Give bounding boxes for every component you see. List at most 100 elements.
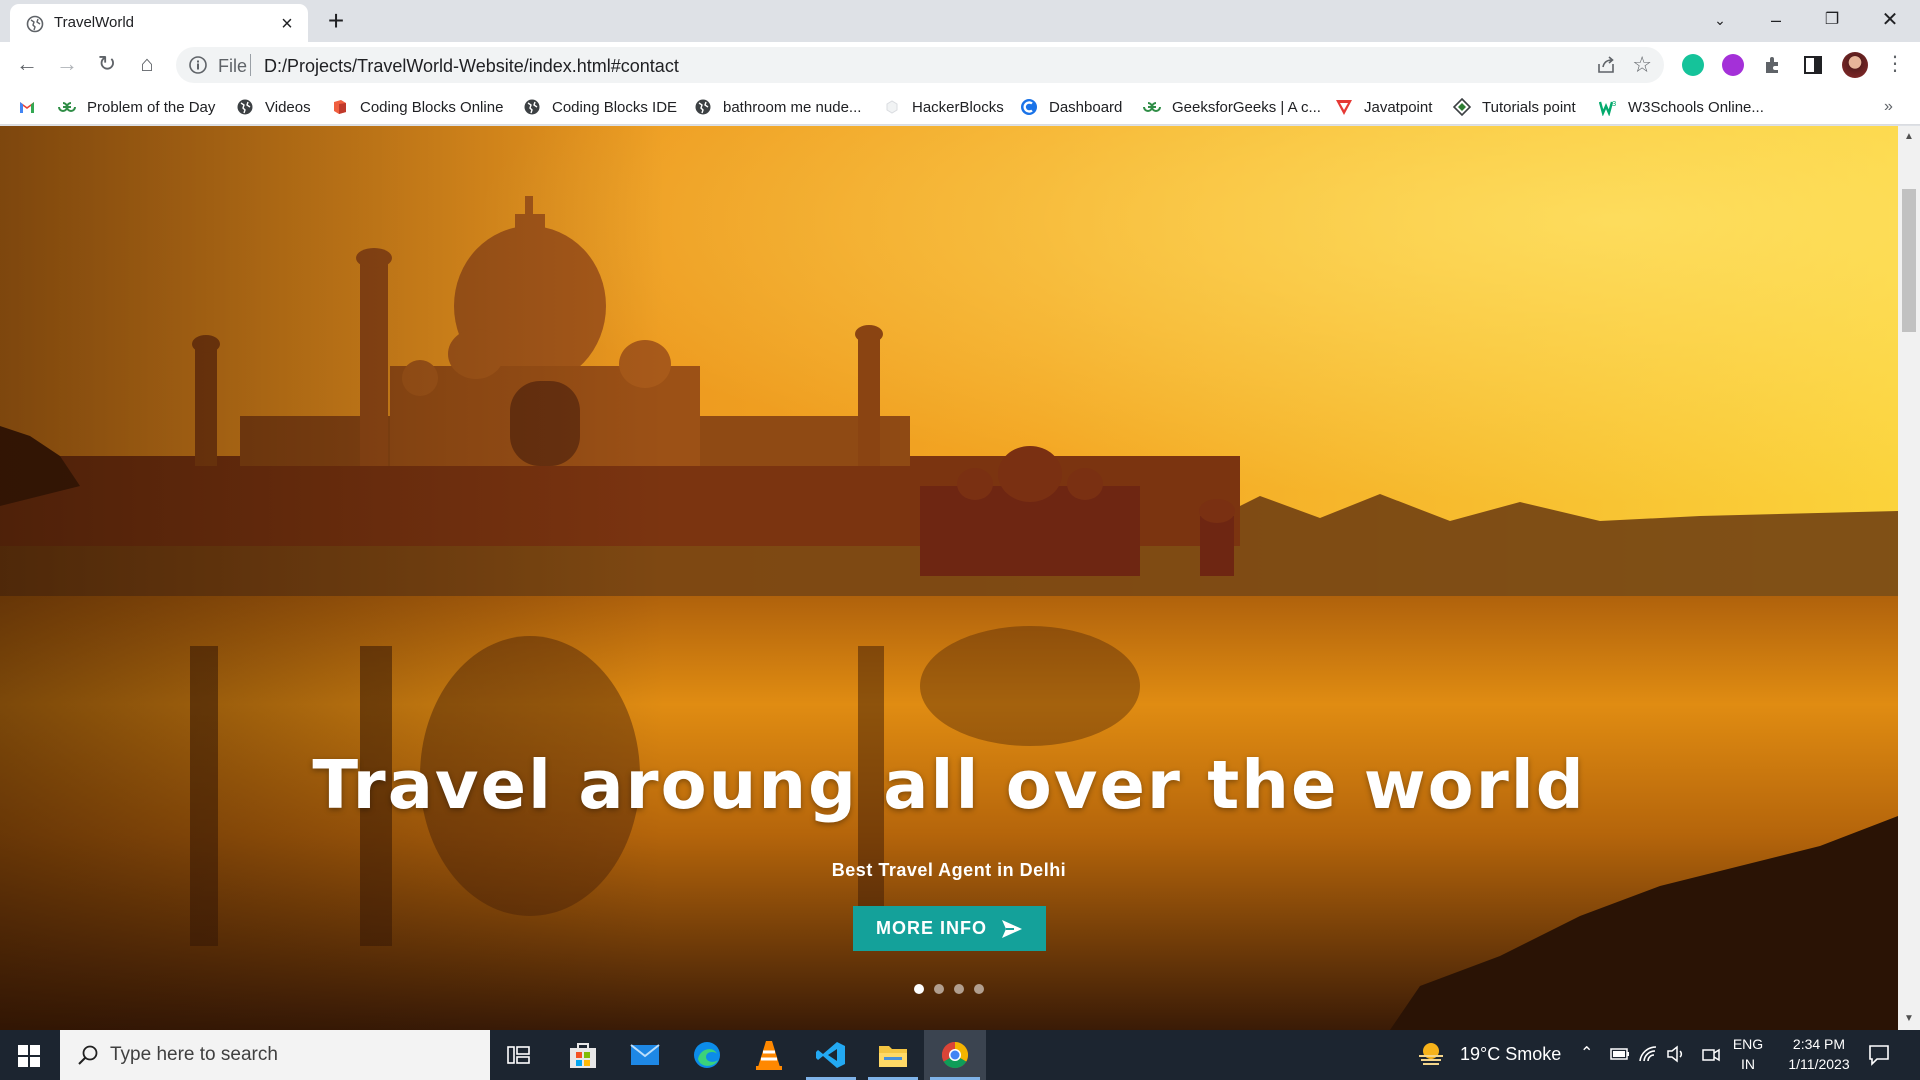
forward-button[interactable]: → xyxy=(52,49,82,79)
close-window-button[interactable]: ✕ xyxy=(1862,0,1918,40)
haze-weather-icon xyxy=(1419,1043,1443,1065)
clock-time: 2:34 PM xyxy=(1792,1036,1846,1052)
more-bookmarks-chevron-icon[interactable]: » xyxy=(1884,97,1893,117)
carousel-dot-2[interactable] xyxy=(934,984,944,994)
bookmark-bathroom[interactable]: bathroom me nude... xyxy=(694,97,861,117)
notifications-icon[interactable] xyxy=(1868,1044,1890,1066)
url-text[interactable]: D:/Projects/TravelWorld-Website/index.ht… xyxy=(264,56,679,77)
minimize-button[interactable]: – xyxy=(1748,0,1804,40)
bookmark-dashboard[interactable]: Dashboard xyxy=(1020,97,1122,117)
bookmarks-bar: Problem of the Day Videos Coding Blocks … xyxy=(0,87,1920,125)
bookmark-geeksforgeeks[interactable]: GeeksforGeeks | A c... xyxy=(1143,97,1321,117)
bookmark-w3schools[interactable]: 3 W3Schools Online... xyxy=(1599,97,1764,117)
task-view-icon xyxy=(507,1046,530,1064)
address-bar[interactable]: File D:/Projects/TravelWorld-Website/ind… xyxy=(176,47,1664,83)
more-info-button[interactable]: MORE INFO xyxy=(853,906,1046,951)
globe-icon xyxy=(26,15,44,33)
meet-now-icon[interactable] xyxy=(1702,1046,1720,1064)
taskbar-search-box[interactable]: Type here to search xyxy=(60,1030,490,1080)
bookmark-javatpoint[interactable]: Javatpoint xyxy=(1335,97,1432,117)
new-tab-button[interactable]: + xyxy=(318,6,354,36)
send-arrow-icon xyxy=(1002,919,1022,938)
carousel-dot-3[interactable] xyxy=(954,984,964,994)
extensions-puzzle-icon[interactable] xyxy=(1762,54,1784,76)
clock-date: 1/11/2023 xyxy=(1788,1056,1850,1072)
back-button[interactable]: ← xyxy=(12,49,42,79)
javatpoint-icon xyxy=(1336,100,1352,115)
profile-avatar[interactable] xyxy=(1842,52,1868,78)
carousel-dot-4[interactable] xyxy=(974,984,984,994)
more-info-label: MORE INFO xyxy=(876,918,987,938)
svg-text:3: 3 xyxy=(1612,100,1616,108)
wifi-icon[interactable] xyxy=(1638,1045,1658,1063)
bookmark-tutorials-point[interactable]: Tutorials point xyxy=(1453,97,1576,117)
scrollbar-thumb[interactable] xyxy=(1902,189,1916,332)
hackerblocks-icon xyxy=(886,100,898,114)
windows-start-icon[interactable] xyxy=(18,1045,40,1067)
home-button[interactable]: ⌂ xyxy=(132,49,162,79)
geeksforgeeks-icon xyxy=(58,102,76,112)
clock[interactable]: 2:34 PM 1/11/2023 xyxy=(1776,1030,1862,1080)
show-hidden-icons-chevron-icon[interactable]: ⌃ xyxy=(1580,1043,1593,1063)
grammarly-extension-icon[interactable] xyxy=(1682,54,1704,76)
taskbar-edge[interactable] xyxy=(676,1030,738,1080)
extension-purple-icon[interactable] xyxy=(1722,54,1744,76)
windows-taskbar: Type here to search 19°C Smoke ⌃ ENG IN … xyxy=(0,1030,1920,1080)
taskbar-chrome[interactable] xyxy=(924,1030,986,1080)
bookmark-label: Videos xyxy=(265,98,311,116)
bookmark-label: HackerBlocks xyxy=(912,98,1004,116)
bookmark-star-icon[interactable]: ☆ xyxy=(1632,52,1652,78)
bookmark-videos[interactable]: Videos xyxy=(236,97,311,117)
mail-icon xyxy=(630,1044,660,1065)
taskbar-vscode[interactable] xyxy=(800,1030,862,1080)
bookmark-hackerblocks[interactable]: HackerBlocks xyxy=(883,97,1004,117)
scroll-up-arrow-icon[interactable]: ▲ xyxy=(1903,131,1915,143)
bookmark-label: Coding Blocks IDE xyxy=(552,98,678,116)
weather-widget[interactable]: 19°C Smoke xyxy=(1416,1030,1566,1080)
bookmark-coding-blocks-ide[interactable]: Coding Blocks IDE xyxy=(523,97,677,117)
tab-travelworld[interactable]: TravelWorld × xyxy=(10,4,308,42)
url-separator xyxy=(250,54,251,76)
info-icon[interactable] xyxy=(188,55,208,75)
language-region: IN xyxy=(1741,1056,1755,1072)
tab-strip: TravelWorld × + ⌄ – ❐ ✕ xyxy=(0,0,1920,42)
globe-icon xyxy=(524,99,540,115)
battery-icon[interactable] xyxy=(1610,1046,1630,1062)
task-view-button[interactable] xyxy=(488,1030,550,1080)
geeksforgeeks-icon xyxy=(1143,102,1161,112)
close-tab-icon[interactable]: × xyxy=(276,13,298,35)
hero-subtitle: Best Travel Agent in Delhi xyxy=(831,860,1067,880)
side-panel-icon[interactable] xyxy=(1802,54,1824,76)
language-code: ENG xyxy=(1732,1036,1764,1052)
taskbar-file-explorer[interactable] xyxy=(862,1030,924,1080)
w3schools-icon: 3 xyxy=(1599,100,1616,116)
volume-icon[interactable] xyxy=(1666,1045,1686,1063)
bookmark-label: Problem of the Day xyxy=(87,98,216,116)
bookmark-problem-of-the-day[interactable]: Problem of the Day xyxy=(58,97,215,117)
bookmark-label: Javatpoint xyxy=(1364,98,1433,116)
scroll-down-arrow-icon[interactable]: ▼ xyxy=(1903,1013,1915,1025)
menu-kebab-icon[interactable]: ⋮ xyxy=(1880,49,1910,79)
vscode-icon xyxy=(816,1042,845,1068)
taskbar-vlc[interactable] xyxy=(738,1030,800,1080)
language-indicator[interactable]: ENG IN xyxy=(1730,1030,1766,1080)
tab-title: TravelWorld xyxy=(54,14,135,31)
gmail-icon xyxy=(20,102,34,113)
taskbar-store[interactable] xyxy=(552,1030,614,1080)
tutorialspoint-icon xyxy=(1453,98,1471,116)
bookmark-label: bathroom me nude... xyxy=(723,98,862,116)
page-scrollbar[interactable]: ▲ ▼ xyxy=(1898,126,1920,1030)
globe-icon xyxy=(695,99,711,115)
globe-icon xyxy=(237,99,253,115)
carousel-dot-1[interactable] xyxy=(914,984,924,994)
taskbar-mail[interactable] xyxy=(614,1030,676,1080)
chrome-icon xyxy=(941,1041,969,1069)
share-icon[interactable] xyxy=(1596,55,1616,75)
restore-button[interactable]: ❐ xyxy=(1804,0,1860,40)
tab-search-chevron-icon[interactable]: ⌄ xyxy=(1692,0,1748,40)
reload-button[interactable]: ↻ xyxy=(92,49,122,79)
vlc-icon xyxy=(756,1041,782,1070)
bookmark-coding-blocks-online[interactable]: Coding Blocks Online xyxy=(331,97,503,117)
weather-text: 19°C Smoke xyxy=(1460,1044,1562,1064)
bookmark-gmail[interactable] xyxy=(18,97,36,117)
